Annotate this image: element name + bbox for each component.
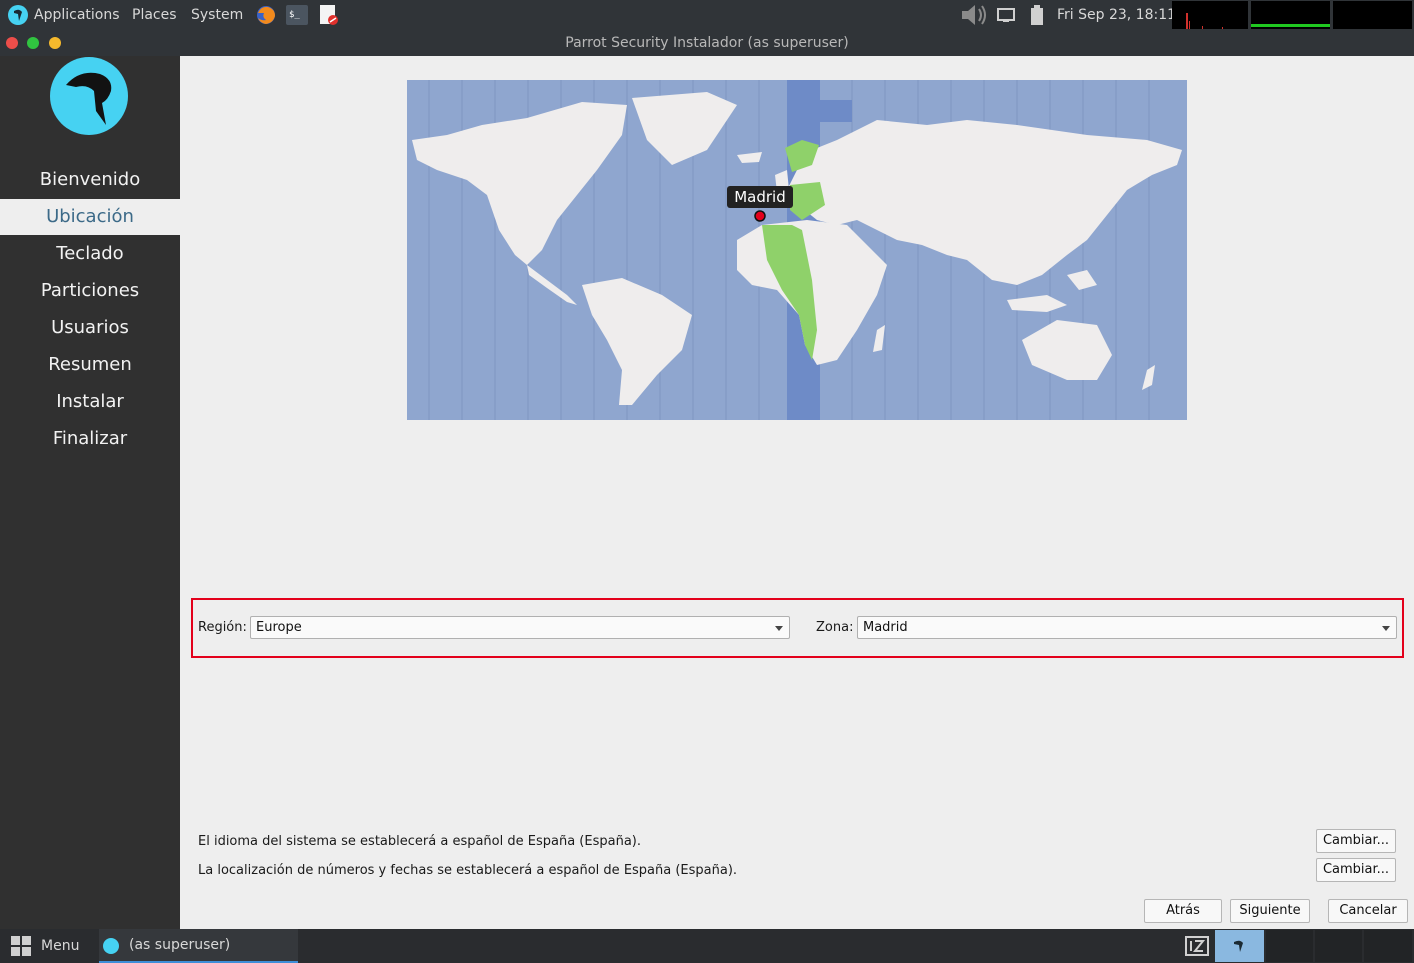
chevron-down-icon — [775, 626, 783, 631]
workspace-3[interactable] — [1315, 930, 1362, 962]
region-label: Región: — [198, 620, 247, 635]
memory-monitor[interactable] — [1251, 1, 1330, 29]
step-particiones: Particiones — [40, 280, 140, 301]
step-instalar: Instalar — [56, 391, 124, 412]
step-finalizar: Finalizar — [52, 428, 128, 449]
back-label: Atrás — [1166, 903, 1200, 918]
city-marker: Madrid — [727, 186, 793, 222]
region-combobox[interactable]: Europe — [250, 616, 790, 639]
system-menu[interactable]: System — [191, 0, 243, 30]
taskbar-item-installer[interactable]: (as superuser) — [99, 929, 298, 963]
step-ubicacion: Ubicación — [0, 199, 180, 235]
text-editor-icon[interactable] — [318, 5, 340, 25]
workspace-1[interactable] — [1215, 930, 1264, 962]
workspace-switcher-icon[interactable] — [1185, 935, 1209, 957]
change-language-label: Cambiar... — [1322, 833, 1390, 848]
display-icon[interactable] — [997, 6, 1015, 24]
step-resumen: Resumen — [48, 354, 132, 375]
cancel-label: Cancelar — [1339, 903, 1397, 918]
step-teclado: Teclado — [56, 243, 124, 264]
city-marker-dot — [754, 210, 766, 222]
window-titlebar[interactable]: Parrot Security Instalador (as superuser… — [0, 30, 1414, 56]
places-menu[interactable]: Places — [132, 0, 177, 30]
grid-icon — [11, 936, 31, 956]
window-title: Parrot Security Instalador (as superuser… — [565, 35, 849, 51]
workspace-2[interactable] — [1266, 930, 1313, 962]
menu-button[interactable]: Menu — [10, 929, 79, 963]
top-panel: Applications Places System $_ Fri Sep 23… — [0, 0, 1414, 30]
taskbar-item-label: (as superuser) — [129, 937, 231, 953]
terminal-icon[interactable]: $_ — [286, 5, 308, 25]
firefox-icon[interactable] — [255, 5, 277, 25]
maximize-button[interactable] — [27, 37, 39, 49]
chevron-down-icon — [1382, 626, 1390, 631]
city-marker-label: Madrid — [734, 188, 786, 206]
battery-icon[interactable] — [1030, 5, 1044, 25]
parrot-logo — [50, 57, 128, 135]
clock[interactable]: Fri Sep 23, 18:11 — [1057, 0, 1176, 30]
change-locale-button[interactable]: Cambiar... — [1316, 858, 1396, 882]
cpu-monitor[interactable] — [1172, 1, 1248, 29]
language-info: El idioma del sistema se establecerá a e… — [198, 834, 641, 849]
next-label: Siguiente — [1239, 903, 1301, 918]
workspace-4[interactable] — [1364, 930, 1412, 962]
menu-label: Menu — [41, 938, 80, 954]
numbers-info: La localización de números y fechas se e… — [198, 863, 738, 878]
region-value: Europe — [256, 620, 302, 635]
bottom-panel: Menu (as superuser) — [0, 929, 1414, 963]
zone-value: Madrid — [863, 620, 908, 635]
parrot-logo-icon — [1234, 940, 1243, 952]
timezone-selector: Región: Europe Zona: Madrid — [191, 598, 1404, 658]
step-usuarios: Usuarios — [51, 317, 129, 338]
step-bienvenido: Bienvenido — [39, 169, 141, 190]
change-language-button[interactable]: Cambiar... — [1316, 829, 1396, 853]
steps-sidebar: Bienvenido Ubicación Teclado Particiones… — [0, 56, 180, 929]
parrot-logo-icon — [103, 938, 119, 954]
svg-text:$_: $_ — [289, 10, 300, 20]
next-button[interactable]: Siguiente — [1230, 899, 1310, 923]
volume-icon[interactable] — [960, 2, 990, 28]
installer-window: Parrot Security Instalador (as superuser… — [0, 30, 1414, 929]
applications-label: Applications — [34, 7, 120, 23]
applications-menu[interactable]: Applications — [8, 0, 120, 30]
network-monitor[interactable] — [1333, 1, 1412, 29]
minimize-button[interactable] — [49, 37, 61, 49]
close-button[interactable] — [6, 37, 18, 49]
parrot-logo-icon — [8, 5, 28, 25]
cancel-button[interactable]: Cancelar — [1328, 899, 1408, 923]
zone-label: Zona: — [816, 620, 854, 635]
timezone-map[interactable]: Madrid — [407, 80, 1187, 420]
location-page: Madrid Región: Europe Zona: Madrid El id… — [180, 56, 1414, 929]
back-button[interactable]: Atrás — [1144, 899, 1222, 923]
zone-combobox[interactable]: Madrid — [857, 616, 1397, 639]
change-locale-label: Cambiar... — [1322, 862, 1390, 877]
